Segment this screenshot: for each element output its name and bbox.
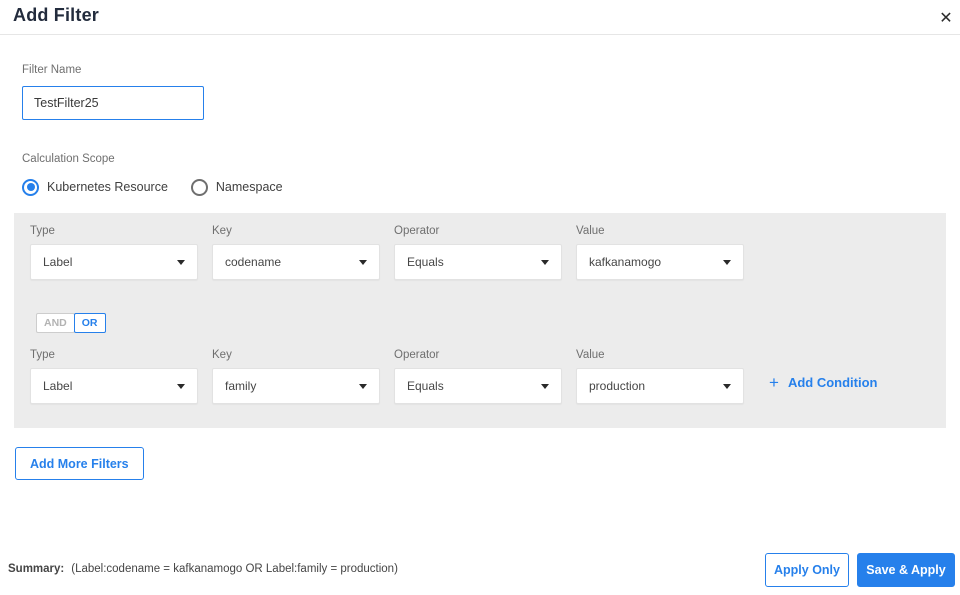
chevron-down-icon: [723, 383, 731, 389]
radio-label-namespace[interactable]: Namespace: [216, 180, 283, 194]
radio-dot: [26, 183, 35, 191]
col-label-operator: Operator: [394, 349, 440, 361]
save-and-apply-button[interactable]: Save & Apply: [857, 553, 955, 587]
apply-only-button[interactable]: Apply Only: [765, 553, 849, 587]
radio-label-kubernetes-resource[interactable]: Kubernetes Resource: [47, 180, 168, 194]
col-label-value: Value: [576, 349, 605, 361]
page-title: Add Filter: [13, 5, 99, 25]
value-select-row2-value: production: [589, 379, 646, 393]
col-label-value: Value: [576, 225, 605, 237]
calculation-scope-options: Kubernetes Resource Namespace: [22, 177, 283, 197]
chevron-down-icon: [359, 259, 367, 265]
filter-name-label: Filter Name: [22, 64, 82, 76]
summary-text: (Label:codename = kafkanamogo OR Label:f…: [71, 563, 398, 575]
operator-select-row2-value: Equals: [407, 379, 444, 393]
operator-select-row2[interactable]: Equals: [394, 368, 562, 404]
type-select-row2-value: Label: [43, 379, 73, 393]
type-select-row1-value: Label: [43, 255, 73, 269]
key-select-row2[interactable]: family: [212, 368, 380, 404]
calculation-scope-label: Calculation Scope: [22, 153, 115, 165]
add-more-filters-button[interactable]: Add More Filters: [15, 447, 144, 480]
key-select-row1-value: codename: [225, 255, 282, 269]
radio-selected-icon[interactable]: [22, 178, 39, 196]
col-label-key: Key: [212, 349, 232, 361]
logic-and-button[interactable]: AND: [36, 313, 75, 333]
type-select-row2[interactable]: Label: [30, 368, 198, 404]
key-select-row2-value: family: [225, 379, 257, 393]
summary-label: Summary:: [8, 563, 65, 575]
chevron-down-icon: [541, 383, 549, 389]
filter-name-input[interactable]: [22, 86, 204, 120]
plus-icon: +: [769, 373, 779, 392]
chevron-down-icon: [723, 259, 731, 265]
radio-unselected-icon[interactable]: [190, 178, 208, 196]
header-divider: [0, 34, 960, 35]
add-filter-dialog: Add Filter ✕ Filter Name Calculation Sco…: [0, 0, 960, 595]
col-label-operator: Operator: [394, 225, 440, 237]
chevron-down-icon: [177, 259, 185, 265]
value-select-row2[interactable]: production: [576, 368, 744, 404]
logic-or-button[interactable]: OR: [73, 313, 106, 333]
key-select-row1[interactable]: codename: [212, 244, 380, 280]
close-icon[interactable]: ✕: [934, 6, 958, 30]
chevron-down-icon: [541, 259, 549, 265]
summary: Summary: (Label:codename = kafkanamogo O…: [8, 563, 398, 575]
add-condition-label: Add Condition: [787, 375, 878, 390]
chevron-down-icon: [359, 383, 367, 389]
col-label-type: Type: [30, 225, 55, 237]
value-select-row1[interactable]: kafkanamogo: [576, 244, 744, 280]
logic-toggle: AND OR: [36, 313, 106, 333]
chevron-down-icon: [177, 383, 185, 389]
value-select-row1-value: kafkanamogo: [589, 255, 662, 269]
operator-select-row1[interactable]: Equals: [394, 244, 562, 280]
conditions-panel: Type Key Operator Value Label codename E…: [14, 213, 946, 428]
add-condition-button[interactable]: + Add Condition: [769, 374, 877, 391]
col-label-key: Key: [212, 225, 232, 237]
col-label-type: Type: [30, 349, 55, 361]
operator-select-row1-value: Equals: [407, 255, 444, 269]
type-select-row1[interactable]: Label: [30, 244, 198, 280]
